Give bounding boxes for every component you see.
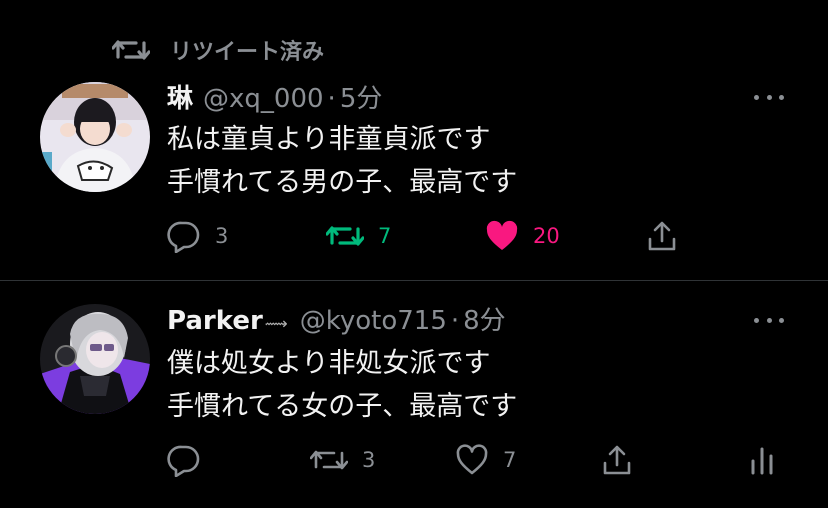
retweet-icon <box>326 226 364 246</box>
separator: · <box>327 84 336 114</box>
heart-filled-icon <box>486 220 518 250</box>
retweeted-label: リツイート済み <box>170 40 325 65</box>
name-decoration: ⟿ <box>264 314 288 333</box>
user-handle[interactable]: @xq_000 <box>203 84 324 114</box>
more-options-icon[interactable] <box>754 92 784 102</box>
like-button[interactable]: 7 <box>455 440 516 480</box>
avatar-image <box>40 304 150 414</box>
tweet-text-line: 手慣れてる女の子、最高です <box>167 391 518 422</box>
retweeted-banner: リツイート済み <box>112 34 324 66</box>
retweet-icon <box>112 40 150 60</box>
tweet-header: Parker ⟿ @kyoto715 · 8分 <box>167 300 506 337</box>
share-icon <box>603 445 631 475</box>
tweet[interactable]: 琳 @xq_000 · 5分 私は童貞より非童貞派です 手慣れてる男の子、最高で… <box>0 70 828 280</box>
reply-icon <box>167 445 200 477</box>
reply-icon <box>167 221 200 253</box>
retweet-button[interactable]: 3 <box>310 440 375 480</box>
tweet-header: 琳 @xq_000 · 5分 <box>167 78 382 115</box>
retweet-icon <box>310 450 348 470</box>
more-options-icon[interactable] <box>754 315 784 325</box>
tweet-text-line: 僕は処女より非処女派です <box>167 348 491 379</box>
analytics-icon <box>751 447 773 475</box>
reply-button[interactable] <box>167 440 215 480</box>
tweet-text-line: 手慣れてる男の子、最高です <box>167 167 518 198</box>
tweet[interactable]: Parker ⟿ @kyoto715 · 8分 僕は処女より非処女派です 手慣れ… <box>0 290 828 508</box>
user-handle[interactable]: @kyoto715 <box>300 306 447 336</box>
tweet-text-line: 私は童貞より非童貞派です <box>167 124 491 155</box>
tweet-actions: 3 7 <box>0 440 828 480</box>
like-count: 20 <box>533 224 560 248</box>
share-icon <box>648 221 676 251</box>
like-count: 7 <box>503 448 517 472</box>
retweet-count: 7 <box>378 224 392 248</box>
tweet-text: 僕は処女より非処女派です 手慣れてる女の子、最高です <box>167 342 517 428</box>
display-name[interactable]: 琳 <box>167 78 193 115</box>
retweet-count: 3 <box>362 448 376 472</box>
like-button[interactable]: 20 <box>485 216 560 256</box>
timestamp[interactable]: 5分 <box>340 78 383 115</box>
share-button[interactable] <box>600 440 634 480</box>
avatar[interactable] <box>40 304 150 414</box>
tweet-divider <box>0 280 828 281</box>
tweet-text: 私は童貞より非童貞派です 手慣れてる男の子、最高です <box>167 118 517 204</box>
reply-button[interactable]: 3 <box>167 216 228 256</box>
avatar[interactable] <box>40 82 150 192</box>
reply-count: 3 <box>215 224 229 248</box>
heart-outline-icon <box>456 444 488 475</box>
share-button[interactable] <box>645 216 679 256</box>
avatar-image <box>40 82 150 192</box>
tweet-actions: 3 7 20 <box>0 216 828 256</box>
analytics-button[interactable] <box>745 440 779 480</box>
separator: · <box>450 306 460 336</box>
display-name[interactable]: Parker <box>167 306 263 336</box>
timestamp[interactable]: 8分 <box>463 300 506 337</box>
retweet-button[interactable]: 7 <box>326 216 391 256</box>
